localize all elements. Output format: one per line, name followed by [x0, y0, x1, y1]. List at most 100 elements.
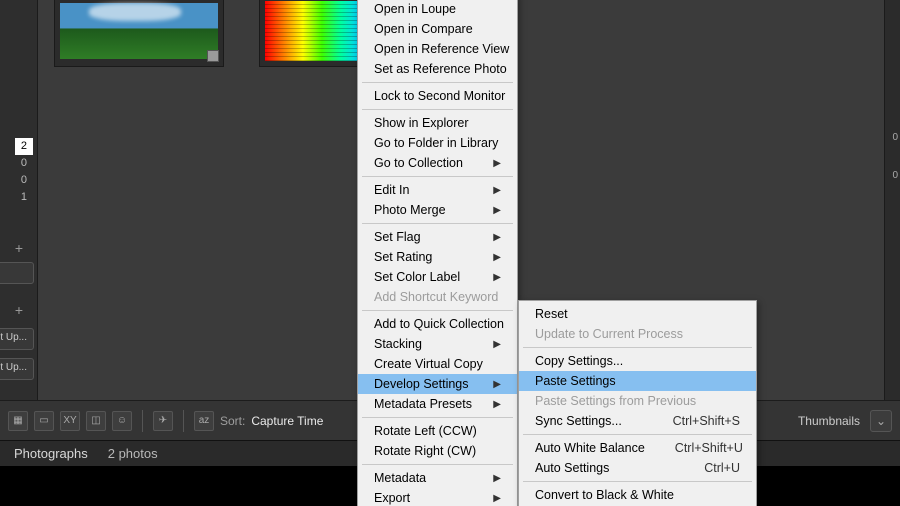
- menu-item-go-to-folder-in-library[interactable]: Go to Folder in Library: [358, 133, 517, 153]
- menu-item-set-color-label[interactable]: Set Color Label▶: [358, 267, 517, 287]
- menu-item-stacking[interactable]: Stacking▶: [358, 334, 517, 354]
- menu-item-lock-to-second-monitor[interactable]: Lock to Second Monitor: [358, 86, 517, 106]
- sidebar-up-button-1[interactable]: t Up...: [0, 328, 34, 350]
- sort-label: Sort:: [220, 414, 245, 428]
- right-tick-0b: 0: [892, 170, 898, 181]
- menu-item-go-to-collection[interactable]: Go to Collection▶: [358, 153, 517, 173]
- menu-item-label: Set Color Label: [374, 270, 493, 284]
- left-sidebar: 2 0 0 1 + + t Up... t Up...: [0, 0, 38, 400]
- submenu-item-copy-settings[interactable]: Copy Settings...: [519, 351, 756, 371]
- menu-item-set-rating[interactable]: Set Rating▶: [358, 247, 517, 267]
- submenu-arrow-icon: ▶: [493, 232, 501, 243]
- chevron-down-icon: ⌄: [870, 410, 892, 432]
- menu-item-add-to-quick-collection[interactable]: Add to Quick Collection: [358, 314, 517, 334]
- submenu-item-paste-settings-from-previous: Paste Settings from Previous: [519, 391, 756, 411]
- sort-direction-icon[interactable]: az: [194, 411, 214, 431]
- menu-item-separator: [362, 223, 513, 224]
- submenu-item-label: Copy Settings...: [535, 354, 740, 368]
- menu-item-open-in-compare[interactable]: Open in Compare: [358, 19, 517, 39]
- menu-item-separator: [362, 109, 513, 110]
- menu-item-develop-settings[interactable]: Develop Settings▶: [358, 374, 517, 394]
- submenu-item-convert-to-black-white[interactable]: Convert to Black & White: [519, 485, 756, 505]
- thumbnails-dropdown[interactable]: Thumbnails ⌄: [798, 410, 892, 432]
- menu-item-photo-merge[interactable]: Photo Merge▶: [358, 200, 517, 220]
- submenu-item-sync-settings[interactable]: Sync Settings...Ctrl+Shift+S: [519, 411, 756, 431]
- menu-item-label: Edit In: [374, 183, 493, 197]
- menu-item-label: Lock to Second Monitor: [374, 89, 505, 103]
- menu-item-edit-in[interactable]: Edit In▶: [358, 180, 517, 200]
- menu-item-rotate-left-ccw[interactable]: Rotate Left (CCW): [358, 421, 517, 441]
- menu-item-label: Add Shortcut Keyword: [374, 290, 501, 304]
- menu-item-add-shortcut-keyword: Add Shortcut Keyword: [358, 287, 517, 307]
- submenu-item-label: Paste Settings from Previous: [535, 394, 740, 408]
- submenu-item-label: Update to Current Process: [535, 327, 740, 341]
- menu-item-rotate-right-cw[interactable]: Rotate Right (CW): [358, 441, 517, 461]
- sidebar-add-1[interactable]: +: [5, 240, 33, 258]
- menu-item-label: Create Virtual Copy: [374, 357, 501, 371]
- sidebar-add-2[interactable]: +: [5, 302, 33, 320]
- menu-item-show-in-explorer[interactable]: Show in Explorer: [358, 113, 517, 133]
- submenu-item-label: Convert to Black & White: [535, 488, 740, 502]
- menu-item-label: Rotate Left (CCW): [374, 424, 501, 438]
- right-tick-0: 0: [892, 132, 898, 143]
- sidebar-input-1[interactable]: [0, 262, 34, 284]
- sidebar-count-2: 0: [15, 172, 33, 189]
- shortcut-label: Ctrl+Shift+U: [675, 441, 743, 455]
- menu-item-export[interactable]: Export▶: [358, 488, 517, 506]
- menu-item-set-flag[interactable]: Set Flag▶: [358, 227, 517, 247]
- shortcut-label: Ctrl+Shift+S: [673, 414, 740, 428]
- submenu-arrow-icon: ▶: [493, 158, 501, 169]
- sidebar-counts: 2 0 0 1: [15, 138, 33, 206]
- submenu-arrow-icon: ▶: [493, 252, 501, 263]
- menu-item-metadata-presets[interactable]: Metadata Presets▶: [358, 394, 517, 414]
- menu-item-metadata[interactable]: Metadata▶: [358, 468, 517, 488]
- submenu-item-paste-settings[interactable]: Paste Settings: [519, 371, 756, 391]
- sort-value[interactable]: Capture Time: [251, 414, 323, 428]
- submenu-arrow-icon: ▶: [493, 205, 501, 216]
- menu-item-create-virtual-copy[interactable]: Create Virtual Copy: [358, 354, 517, 374]
- menu-item-label: Export: [374, 491, 493, 505]
- compare-view-icon[interactable]: XY: [60, 411, 80, 431]
- submenu-item-separator: [523, 434, 752, 435]
- menu-item-label: Go to Folder in Library: [374, 136, 501, 150]
- submenu-item-auto-settings[interactable]: Auto SettingsCtrl+U: [519, 458, 756, 478]
- sidebar-count-0: 2: [15, 138, 33, 155]
- submenu-item-label: Auto Settings: [535, 461, 674, 475]
- submenu-arrow-icon: ▶: [493, 493, 501, 504]
- submenu-item-label: Paste Settings: [535, 374, 740, 388]
- menu-item-separator: [362, 310, 513, 311]
- submenu-arrow-icon: ▶: [493, 272, 501, 283]
- submenu-item-reset[interactable]: Reset: [519, 304, 756, 324]
- menu-item-label: Metadata Presets: [374, 397, 493, 411]
- submenu-item-label: Reset: [535, 307, 740, 321]
- sidebar-count-3: 1: [15, 189, 33, 206]
- menu-item-label: Open in Reference View: [374, 42, 509, 56]
- menu-item-open-in-reference-view[interactable]: Open in Reference View: [358, 39, 517, 59]
- menu-item-label: Go to Collection: [374, 156, 493, 170]
- menu-item-set-as-reference-photo[interactable]: Set as Reference Photo: [358, 59, 517, 79]
- submenu-arrow-icon: ▶: [493, 185, 501, 196]
- painter-icon[interactable]: ✈: [153, 411, 173, 431]
- loupe-view-icon[interactable]: ▭: [34, 411, 54, 431]
- submenu-item-separator: [523, 347, 752, 348]
- menu-item-label: Develop Settings: [374, 377, 493, 391]
- menu-item-separator: [362, 82, 513, 83]
- context-menu[interactable]: Open in Loupe Open in Compare Open in Refe…: [357, 0, 518, 506]
- thumbnail-1-badge-icon: [207, 50, 219, 62]
- thumbnail-1[interactable]: [54, 0, 224, 67]
- submenu-arrow-icon: ▶: [493, 379, 501, 390]
- menu-item-label: Photo Merge: [374, 203, 493, 217]
- submenu-item-separator: [523, 481, 752, 482]
- grid-view-icon[interactable]: ▦: [8, 411, 28, 431]
- menu-item-open-in-loupe[interactable]: Open in Loupe: [358, 0, 517, 19]
- develop-settings-submenu[interactable]: Reset Update to Current Process Copy Setti…: [518, 300, 757, 506]
- sidebar-up-button-2[interactable]: t Up...: [0, 358, 34, 380]
- submenu-arrow-icon: ▶: [493, 339, 501, 350]
- people-view-icon[interactable]: ☺: [112, 411, 132, 431]
- survey-view-icon[interactable]: ◫: [86, 411, 106, 431]
- menu-item-label: Open in Compare: [374, 22, 501, 36]
- menu-item-label: Metadata: [374, 471, 493, 485]
- right-sidebar: 0 0: [884, 0, 900, 400]
- menu-item-separator: [362, 417, 513, 418]
- submenu-item-auto-white-balance[interactable]: Auto White BalanceCtrl+Shift+U: [519, 438, 756, 458]
